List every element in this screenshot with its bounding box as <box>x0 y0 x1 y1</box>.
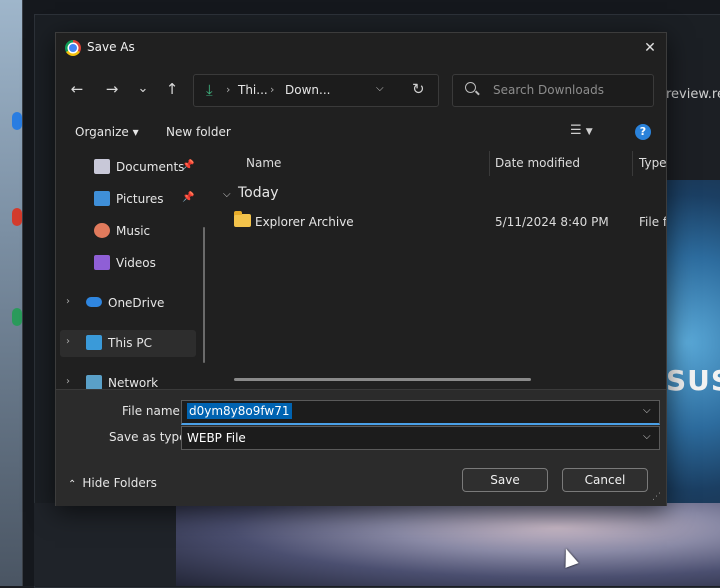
desktop-icon <box>12 208 22 226</box>
save-as-type-select[interactable]: WEBP File ⌵ <box>181 426 660 450</box>
column-separator[interactable] <box>632 151 633 176</box>
column-separator[interactable] <box>489 151 490 176</box>
search-box[interactable]: Search Downloads <box>452 74 654 107</box>
navigation-pane: Documents 📌 Pictures 📌 Music Videos › On… <box>56 149 208 389</box>
file-name-cell: Explorer Archive <box>255 215 354 229</box>
new-folder-button[interactable]: New folder <box>166 125 231 139</box>
help-button[interactable]: ? <box>635 124 651 140</box>
chevron-down-icon: ▼ <box>585 127 593 137</box>
download-icon: ⤓ <box>206 81 213 99</box>
network-icon <box>86 375 102 389</box>
group-header-today[interactable]: Today <box>238 185 279 201</box>
help-icon: ? <box>639 125 647 138</box>
horizontal-scrollbar[interactable] <box>234 378 531 381</box>
chrome-icon <box>65 40 81 56</box>
sidebar-item-label: OneDrive <box>108 296 165 310</box>
refresh-icon[interactable]: ↻ <box>412 80 425 98</box>
chevron-down-icon: ⌄ <box>137 81 149 96</box>
videos-icon <box>94 255 110 270</box>
sidebar-item-label: This PC <box>108 336 152 350</box>
desktop-strip <box>0 0 22 586</box>
sidebar-item-this-pc[interactable]: › This PC <box>56 329 196 357</box>
background-panel <box>34 503 176 586</box>
pictures-icon <box>94 191 110 206</box>
command-bar: Organize ▾ New folder ☰ ▼ ? <box>56 117 666 149</box>
chevron-right-icon[interactable]: › <box>66 336 70 347</box>
sidebar-item-videos[interactable]: Videos <box>56 249 196 277</box>
save-as-type-value: WEBP File <box>187 431 246 445</box>
address-dropdown-icon[interactable]: ⌵ <box>376 83 384 94</box>
background-toolbar <box>664 60 720 190</box>
sidebar-item-label: Videos <box>116 256 156 270</box>
pin-icon: 📌 <box>182 192 195 203</box>
pin-icon: 📌 <box>182 160 195 171</box>
sidebar-item-music[interactable]: Music <box>56 217 196 245</box>
address-bar[interactable]: ⤓ › Thi... › Down... ⌵ ↻ <box>193 74 439 107</box>
chevron-down-icon[interactable]: ⌵ <box>643 405 651 416</box>
chevron-right-icon[interactable]: › <box>66 376 70 387</box>
search-placeholder: Search Downloads <box>493 83 604 97</box>
back-arrow-icon: ← <box>70 80 84 98</box>
folder-icon <box>234 211 251 227</box>
chevron-right-icon[interactable]: › <box>66 296 70 307</box>
sidebar-item-pictures[interactable]: Pictures 📌 <box>56 185 196 213</box>
sidebar-item-label: Documents <box>116 160 185 174</box>
view-options-button[interactable]: ☰ ▼ <box>570 123 606 143</box>
forward-arrow-icon: → <box>105 80 119 98</box>
sidebar-item-label: Network <box>108 376 159 389</box>
breadcrumb-this-pc[interactable]: Thi... <box>238 83 268 97</box>
up-button[interactable]: ↑ <box>160 77 184 101</box>
music-icon <box>94 223 110 238</box>
back-button[interactable]: ← <box>65 77 89 101</box>
forward-button[interactable]: → <box>100 77 124 101</box>
title-bar: Save As ✕ <box>56 33 666 63</box>
breadcrumb-downloads[interactable]: Down... <box>285 83 330 97</box>
breadcrumb-chevron-icon: › <box>226 83 231 96</box>
cancel-button[interactable]: Cancel <box>562 468 648 492</box>
documents-icon <box>94 159 110 174</box>
file-name-input[interactable]: d0ym8y8o9fw71 ⌵ <box>181 400 660 425</box>
collapse-group-icon[interactable]: ⌵ <box>223 189 231 200</box>
chevron-down-icon[interactable]: ⌵ <box>643 431 651 442</box>
column-headers: Name Date modified Type <box>221 151 667 177</box>
close-button[interactable]: ✕ <box>636 36 664 60</box>
date-modified-cell: 5/11/2024 8:40 PM <box>495 215 609 229</box>
save-as-type-label: Save as type: <box>109 430 191 444</box>
breadcrumb-chevron-icon: › <box>270 83 275 96</box>
column-date-modified[interactable]: Date modified <box>495 156 580 170</box>
list-view-icon: ☰ <box>570 123 582 138</box>
onedrive-icon <box>86 297 102 307</box>
desktop-icon <box>12 112 22 130</box>
sidebar-item-label: Pictures <box>116 192 164 206</box>
organize-button[interactable]: Organize ▾ <box>75 125 139 139</box>
save-options-panel: File name: d0ym8y8o9fw71 ⌵ Save as type:… <box>56 389 666 506</box>
sidebar-item-documents[interactable]: Documents 📌 <box>56 153 196 181</box>
column-name[interactable]: Name <box>246 156 281 170</box>
this-pc-icon <box>86 335 102 350</box>
search-icon <box>465 82 476 93</box>
sidebar-item-onedrive[interactable]: › OneDrive <box>56 289 196 317</box>
up-arrow-icon: ↑ <box>165 80 179 98</box>
file-name-label: File name: <box>122 404 184 418</box>
save-button[interactable]: Save <box>462 468 548 492</box>
sidebar-item-network[interactable]: › Network <box>56 369 196 389</box>
save-as-dialog: Save As ✕ ← → ⌄ ↑ ⤓ › Thi... › Down... ⌵… <box>55 32 667 506</box>
recent-locations-button[interactable]: ⌄ <box>131 77 155 101</box>
sidebar-item-label: Music <box>116 224 151 238</box>
type-cell: File fo <box>639 215 666 229</box>
desktop-icon <box>12 308 22 326</box>
hide-folders-label: Hide Folders <box>82 476 157 490</box>
hide-folders-button[interactable]: ⌃ Hide Folders <box>68 476 157 490</box>
table-row[interactable]: Explorer Archive 5/11/2024 8:40 PM File … <box>221 209 666 235</box>
background-brand-text: SUS <box>666 364 720 397</box>
column-type[interactable]: Type <box>639 156 667 170</box>
background-url-text: review.re <box>666 87 720 102</box>
close-icon: ✕ <box>644 40 656 56</box>
background-artwork-bottom <box>176 503 720 586</box>
chevron-up-icon: ⌃ <box>68 479 77 490</box>
nav-pane-scrollbar[interactable] <box>203 227 205 363</box>
resize-grip-icon[interactable]: ⋰ <box>652 492 661 502</box>
file-name-value: d0ym8y8o9fw71 <box>187 403 292 419</box>
dialog-title: Save As <box>87 40 135 54</box>
